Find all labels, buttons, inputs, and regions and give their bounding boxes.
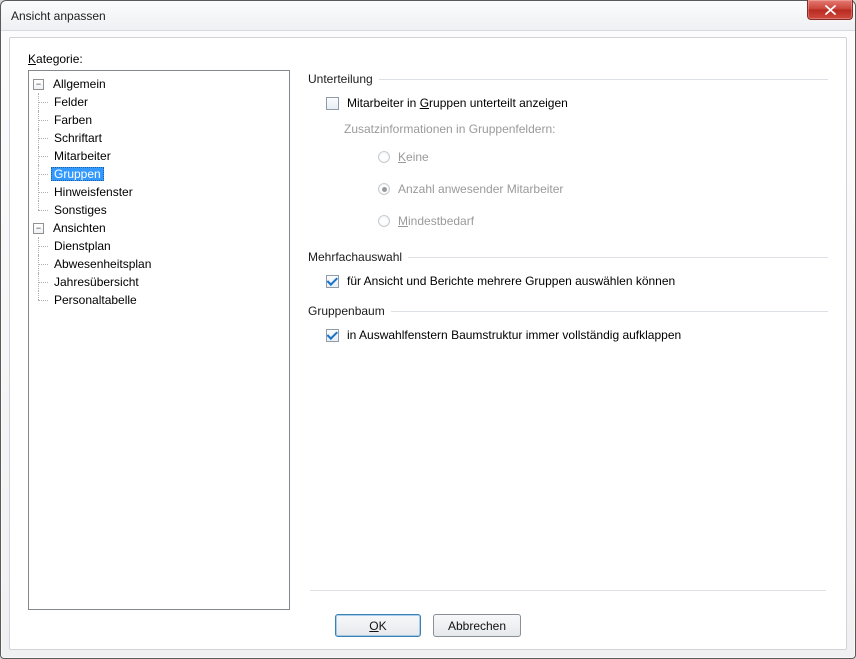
radio-anzahl — [378, 183, 390, 195]
checkbox-row-baum[interactable]: in Auswahlfenstern Baumstruktur immer vo… — [326, 328, 828, 342]
radio-mindestbedarf — [378, 215, 390, 227]
tree-item-gruppen[interactable]: Gruppen — [49, 165, 287, 183]
settings-pane: Unterteilung Mitarbeiter in Gruppen unte… — [308, 70, 828, 610]
collapse-icon[interactable]: − — [33, 79, 44, 90]
window-title: Ansicht anpassen — [11, 9, 106, 23]
radio-label: Keine — [398, 150, 429, 164]
tree-node-ansichten[interactable]: − Ansichten — [31, 219, 287, 237]
checkbox-row-mehrfach[interactable]: für Ansicht und Berichte mehrere Gruppen… — [326, 274, 828, 288]
group-unterteilung: Unterteilung Mitarbeiter in Gruppen unte… — [308, 72, 828, 234]
group-header: Gruppenbaum — [308, 304, 828, 318]
checkbox-label: in Auswahlfenstern Baumstruktur immer vo… — [347, 328, 681, 342]
radio-label: Anzahl anwesender Mitarbeiter — [398, 182, 563, 196]
group-title: Unterteilung — [308, 72, 373, 86]
divider — [379, 79, 828, 80]
titlebar: Ansicht anpassen — [1, 1, 855, 31]
tree-item-hinweisfenster[interactable]: Hinweisfenster — [49, 183, 287, 201]
group-header: Mehrfachauswahl — [308, 250, 828, 264]
tree-item-mitarbeiter[interactable]: Mitarbeiter — [49, 147, 287, 165]
group-gruppenbaum: Gruppenbaum in Auswahlfenstern Baumstruk… — [308, 304, 828, 342]
group-mehrfachauswahl: Mehrfachauswahl für Ansicht und Berichte… — [308, 250, 828, 288]
close-button[interactable] — [807, 0, 853, 20]
cancel-button[interactable]: Abbrechen — [433, 614, 521, 637]
tree-node-allgemein[interactable]: − Allgemein — [31, 75, 287, 93]
close-icon — [825, 5, 836, 15]
radio-row-anzahl: Anzahl anwesender Mitarbeiter — [378, 176, 828, 202]
radio-row-mindestbedarf: Mindestbedarf — [378, 208, 828, 234]
radio-label: Mindestbedarf — [398, 214, 474, 228]
ok-button[interactable]: OK — [335, 614, 421, 637]
tree-item-dienstplan[interactable]: Dienstplan — [49, 237, 287, 255]
checkbox-baum[interactable] — [326, 329, 339, 342]
tree-item-abwesenheitsplan[interactable]: Abwesenheitsplan — [49, 255, 287, 273]
dialog-buttons: OK Abbrechen — [10, 614, 846, 637]
tree-item-jahresuebersicht[interactable]: Jahresübersicht — [49, 273, 287, 291]
radio-keine — [378, 151, 390, 163]
checkbox-label: Mitarbeiter in Gruppen unterteilt anzeig… — [347, 96, 568, 110]
dialog-window: Ansicht anpassen Kategorie: − Allgemein — [0, 0, 856, 659]
sublabel-zusatzinfo: Zusatzinformationen in Gruppenfeldern: — [344, 122, 828, 136]
divider — [391, 311, 828, 312]
tree-item-felder[interactable]: Felder — [49, 93, 287, 111]
group-title: Mehrfachauswahl — [308, 250, 402, 264]
group-title: Gruppenbaum — [308, 304, 385, 318]
group-header: Unterteilung — [308, 72, 828, 86]
tree-item-farben[interactable]: Farben — [49, 111, 287, 129]
footer-divider — [310, 590, 826, 591]
category-tree[interactable]: − Allgemein Felder Farben Schriftart Mit… — [28, 70, 290, 610]
tree-item-schriftart[interactable]: Schriftart — [49, 129, 287, 147]
tree-item-personaltabelle[interactable]: Personaltabelle — [49, 291, 287, 309]
client-area: Kategorie: − Allgemein Felder Farben Sch… — [9, 37, 847, 650]
checkbox-label: für Ansicht und Berichte mehrere Gruppen… — [347, 274, 675, 288]
checkbox-unterteilt[interactable] — [326, 97, 339, 110]
category-label: Kategorie: — [28, 52, 83, 66]
radio-row-keine: Keine — [378, 144, 828, 170]
checkbox-row-unterteilt[interactable]: Mitarbeiter in Gruppen unterteilt anzeig… — [326, 96, 828, 110]
collapse-icon[interactable]: − — [33, 223, 44, 234]
tree-item-sonstiges[interactable]: Sonstiges — [49, 201, 287, 219]
divider — [408, 257, 828, 258]
checkbox-mehrfach[interactable] — [326, 275, 339, 288]
columns: − Allgemein Felder Farben Schriftart Mit… — [28, 70, 828, 610]
